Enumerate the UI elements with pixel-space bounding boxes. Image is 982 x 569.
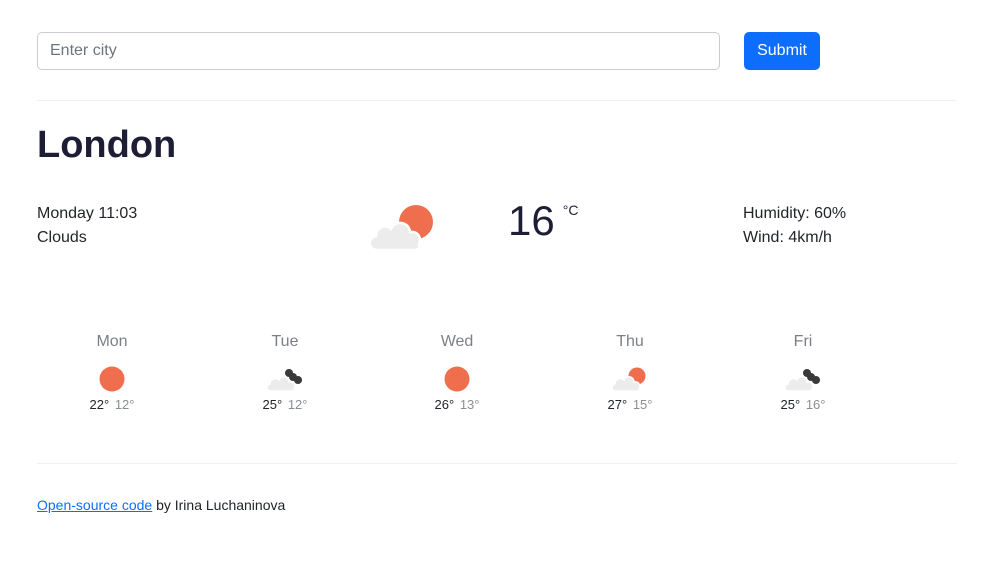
- humidity: Humidity: 60%: [743, 205, 847, 222]
- forecast-day: Mon 22° 12°: [37, 330, 187, 414]
- city-search-input[interactable]: [37, 32, 720, 70]
- forecast: Mon 22° 12° Tue 25° 12° Wed 26° 13° Thu …: [37, 330, 957, 430]
- search-form: Submit: [37, 32, 957, 70]
- current-description: Clouds: [37, 229, 87, 246]
- forecast-temps: 27° 15°: [555, 396, 705, 414]
- sun-behind-cloud-icon: [368, 205, 433, 252]
- forecast-day-name: Tue: [271, 333, 299, 350]
- forecast-day: Fri 25° 16°: [728, 330, 878, 414]
- forecast-max: 25°: [780, 397, 801, 412]
- forecast-min: 16°: [805, 397, 826, 412]
- submit-button[interactable]: Submit: [744, 32, 820, 70]
- source-code-link[interactable]: Open-source code: [37, 497, 152, 513]
- wind: Wind: 4km/h: [743, 229, 832, 246]
- forecast-min: 13°: [459, 397, 480, 412]
- forecast-temps: 25° 16°: [728, 396, 878, 414]
- divider: [37, 100, 957, 101]
- temperature-unit: °C: [562, 202, 579, 218]
- forecast-day-name: Fri: [793, 333, 813, 350]
- footer-credit: by Irina Luchaninova: [152, 497, 286, 513]
- forecast-max: 25°: [262, 397, 283, 412]
- forecast-min: 12°: [287, 397, 308, 412]
- current-info-right: Humidity: 60% Wind: 4km/h: [743, 202, 846, 250]
- sun-icon: [444, 366, 470, 392]
- city-title: London: [37, 124, 177, 166]
- footer: Open-source code by Irina Luchaninova: [37, 497, 285, 513]
- forecast-day: Thu 27° 15°: [555, 330, 705, 414]
- forecast-day-name: Mon: [96, 333, 128, 350]
- forecast-day: Tue 25° 12°: [210, 330, 360, 414]
- forecast-temps: 26° 13°: [382, 396, 532, 414]
- forecast-min: 12°: [114, 397, 135, 412]
- forecast-max: 22°: [89, 397, 110, 412]
- temperature-value: 16: [508, 197, 555, 244]
- forecast-day: Wed 26° 13°: [382, 330, 532, 414]
- current-info-left: Monday 11:03 Clouds: [37, 202, 137, 250]
- sun-behind-cloud-icon: [611, 367, 646, 392]
- divider: [37, 463, 957, 464]
- forecast-max: 27°: [607, 397, 628, 412]
- current-temperature: 16 °C: [508, 196, 578, 246]
- forecast-temps: 25° 12°: [210, 396, 360, 414]
- forecast-min: 15°: [632, 397, 653, 412]
- forecast-temps: 22° 12°: [37, 396, 187, 414]
- forecast-day-name: Thu: [616, 333, 644, 350]
- forecast-max: 26°: [434, 397, 455, 412]
- forecast-day-name: Wed: [440, 333, 474, 350]
- current-datetime: Monday 11:03: [37, 205, 138, 222]
- dark-clouds-icon: [266, 369, 302, 392]
- dark-clouds-icon: [784, 369, 820, 392]
- sun-icon: [99, 366, 125, 392]
